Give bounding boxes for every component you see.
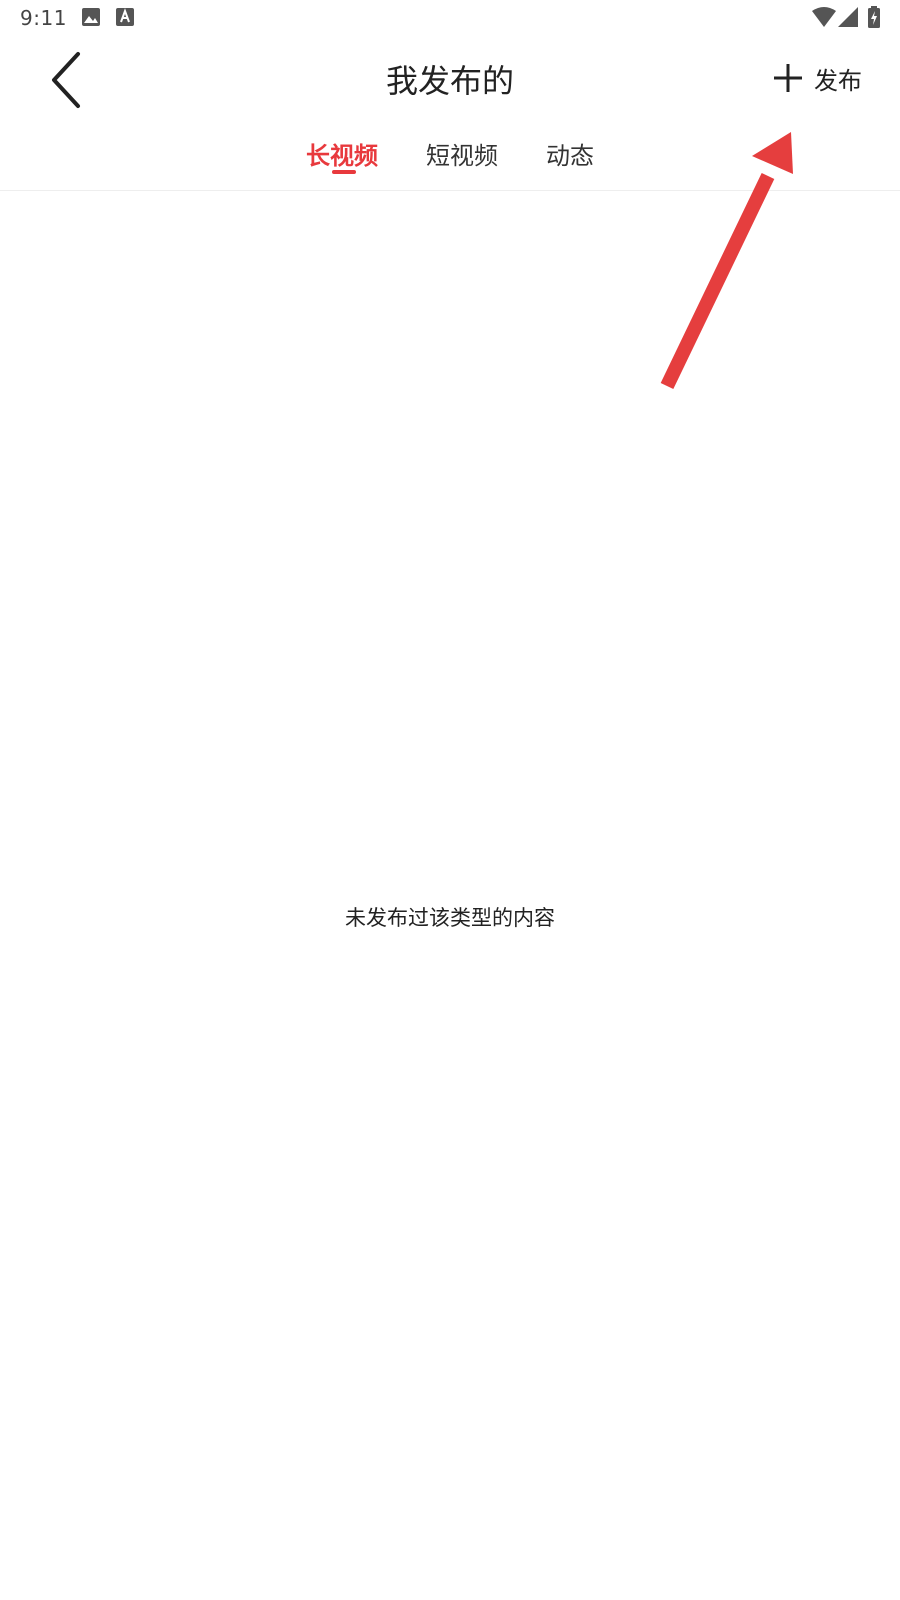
battery-icon [868,6,880,28]
active-tab-indicator [332,170,356,174]
annotation-arrow-icon [660,132,793,390]
page-title: 我发布的 [385,62,514,100]
wifi-icon [812,7,836,27]
publish-button[interactable]: 发布 [772,56,862,100]
status-time: 9:11 [20,6,67,30]
signal-icon [838,7,858,27]
header: 我发布的 发布 [0,38,900,124]
image-icon [82,8,100,26]
back-button[interactable] [40,48,96,112]
empty-state-message: 未发布过该类型的内容 [345,906,555,930]
status-bar: 9:11 [0,0,900,38]
tab-dynamic[interactable]: 动态 [546,136,594,171]
a-icon [116,8,134,26]
tab-long-video[interactable]: 长视频 [306,136,378,171]
chevron-left-icon [52,52,80,108]
tab-bar: 长视频 短视频 动态 [0,124,900,191]
tab-short-video[interactable]: 短视频 [426,136,498,171]
publish-label: 发布 [814,66,862,95]
plus-icon [774,64,802,92]
